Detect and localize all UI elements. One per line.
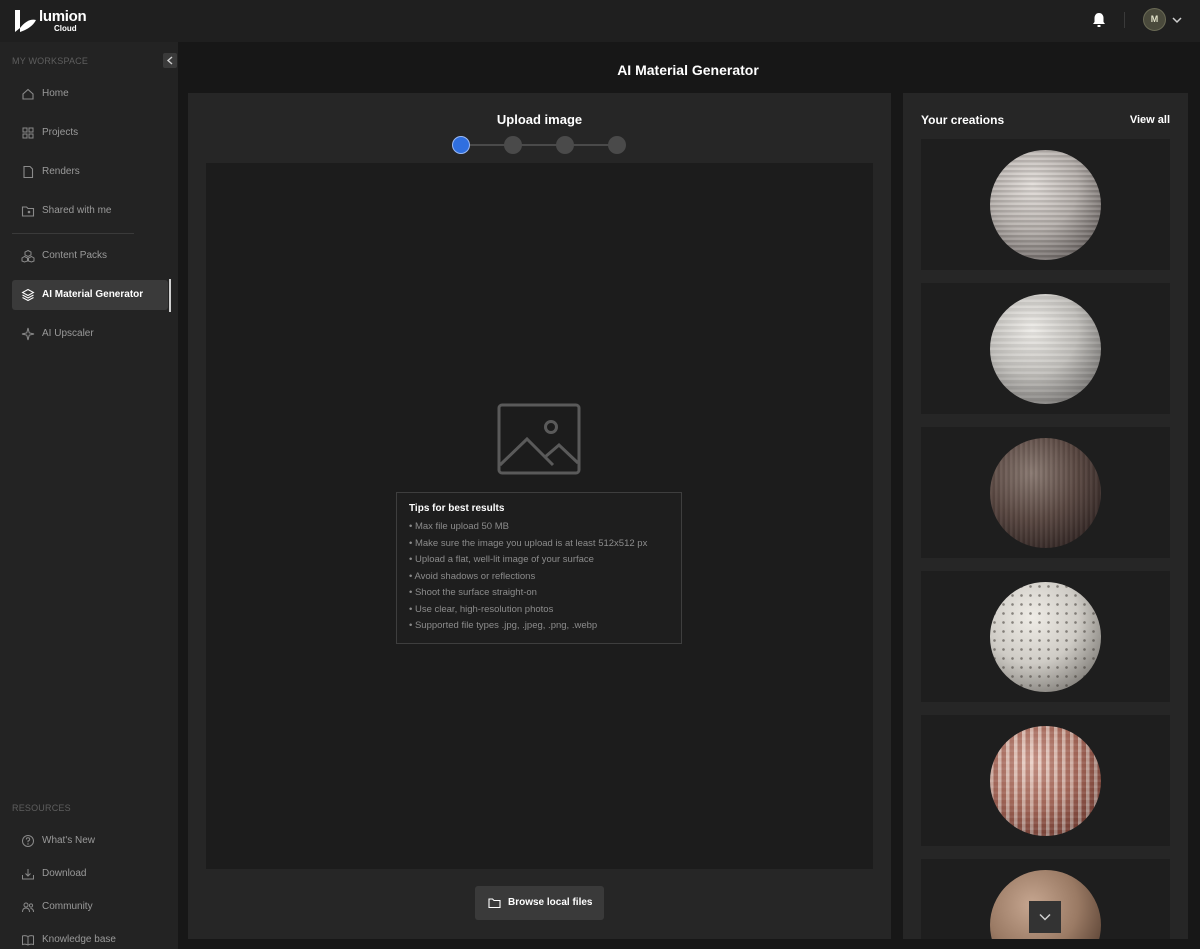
tip-item: • Max file upload 50 MB — [409, 521, 509, 532]
sidebar-item-download[interactable]: Download — [12, 859, 168, 889]
step-2 — [504, 136, 522, 154]
chevron-down-icon[interactable] — [1171, 14, 1183, 26]
notification-bell-icon[interactable] — [1090, 11, 1108, 29]
step-4 — [608, 136, 626, 154]
page-title: AI Material Generator — [617, 62, 759, 78]
active-item-indicator — [169, 279, 171, 312]
tip-item: • Use clear, high-resolution photos — [409, 603, 554, 615]
download-icon — [22, 869, 34, 880]
sidebar-item-content-packs[interactable]: Content Packs — [12, 241, 168, 271]
sidebar-item-ai-upscaler[interactable]: AI Upscaler — [12, 319, 168, 349]
creations-panel: Your creations View all — [903, 93, 1188, 939]
book-icon — [22, 935, 34, 946]
sidebar-divider — [12, 233, 134, 234]
creation-card[interactable] — [921, 715, 1170, 846]
people-icon — [22, 902, 34, 913]
creation-card[interactable] — [921, 283, 1170, 414]
home-icon — [22, 88, 34, 100]
creations-title: Your creations — [921, 113, 1005, 127]
tips-title: Tips for best results — [409, 503, 505, 514]
sidebar-item-label: AI Material Generator — [42, 289, 144, 300]
creation-card[interactable] — [921, 139, 1170, 270]
sidebar-item-label: Home — [42, 88, 69, 99]
file-icon — [23, 165, 34, 179]
sidebar-item-ai-material-generator[interactable]: AI Material Generator — [12, 280, 168, 310]
sidebar-item-label: Knowledge base — [42, 934, 116, 945]
tip-item: • Shoot the surface straight-on — [409, 587, 537, 598]
image-dropzone[interactable]: Tips for best results • Max file upload … — [206, 163, 873, 869]
creation-card[interactable] — [921, 571, 1170, 702]
sidebar-item-shared-with-me[interactable]: Shared with me — [12, 196, 168, 226]
sidebar-item-label: Community — [42, 901, 93, 912]
sidebar-item-knowledge-base[interactable]: Knowledge base — [12, 925, 168, 949]
sidebar-item-label: Renders — [42, 166, 80, 177]
sidebar-item-projects[interactable]: Projects — [12, 118, 168, 148]
logo-sub: Cloud — [54, 24, 77, 33]
topbar-divider — [1124, 12, 1125, 28]
chevron-down-icon — [1039, 913, 1051, 921]
sidebar-item-label: What's New — [42, 835, 96, 846]
cubes-icon — [21, 249, 35, 263]
image-placeholder-icon — [497, 403, 581, 475]
sidebar-item-whats-new[interactable]: What's New — [12, 826, 168, 856]
logo-name: lumion — [39, 8, 87, 25]
workspace-section-label: MY WORKSPACE — [12, 56, 89, 66]
material-preview-sphere — [990, 726, 1101, 836]
tip-item: • Make sure the image you upload is at l… — [409, 537, 648, 549]
sidebar-item-community[interactable]: Community — [12, 892, 168, 922]
sparkle-icon — [21, 327, 35, 341]
upload-panel: Upload image Tips for best results • Max… — [188, 93, 891, 939]
folder-icon — [488, 898, 501, 909]
sidebar-item-label: Content Packs — [42, 250, 108, 261]
upload-step-title: Upload image — [496, 112, 583, 127]
material-preview-sphere — [990, 582, 1101, 692]
material-preview-sphere — [990, 438, 1101, 548]
top-bar: lumion Cloud M — [0, 0, 1200, 42]
lumion-logo-icon — [15, 10, 36, 32]
sidebar-item-home[interactable]: Home — [12, 79, 168, 109]
layers-icon — [21, 288, 35, 302]
grid-icon — [22, 127, 34, 139]
user-avatar[interactable]: M — [1143, 8, 1166, 31]
lumion-logo[interactable]: lumion Cloud — [12, 6, 92, 36]
step-3 — [556, 136, 574, 154]
shared-folder-icon — [21, 206, 35, 217]
sidebar-item-label: Shared with me — [42, 205, 112, 216]
tips-box: Tips for best results • Max file upload … — [396, 492, 682, 644]
progress-stepper — [452, 135, 632, 155]
material-preview-sphere — [990, 150, 1101, 260]
material-preview-sphere — [990, 294, 1101, 404]
resources-section-label: RESOURCES — [12, 803, 71, 813]
tip-item: • Upload a flat, well-lit image of your … — [409, 554, 594, 565]
scroll-down-button[interactable] — [1029, 901, 1061, 933]
collapse-sidebar-button[interactable] — [163, 53, 177, 68]
sidebar-item-label: Download — [42, 868, 87, 879]
view-all-link[interactable]: View all — [1130, 114, 1170, 126]
tip-item: • Avoid shadows or reflections — [409, 570, 536, 582]
creation-card[interactable] — [921, 427, 1170, 558]
browse-label: Browse local files — [508, 897, 593, 908]
step-1 — [452, 136, 470, 154]
tip-item: • Supported file types .jpg, .jpeg, .png… — [409, 620, 598, 631]
sidebar-item-renders[interactable]: Renders — [12, 157, 168, 187]
question-icon — [22, 835, 34, 847]
chevron-left-icon — [166, 56, 173, 65]
browse-local-files-button[interactable]: Browse local files — [475, 886, 604, 920]
sidebar-item-label: AI Upscaler — [42, 328, 94, 339]
stepper-track — [462, 144, 618, 146]
sidebar-item-label: Projects — [42, 127, 79, 138]
